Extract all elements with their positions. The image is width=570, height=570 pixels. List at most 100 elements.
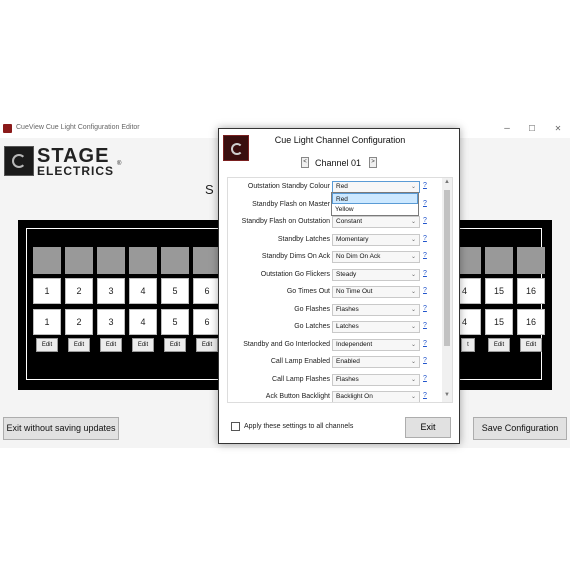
- select-value: Independent: [336, 341, 373, 348]
- apply-all-label: Apply these settings to all channels: [244, 423, 354, 430]
- standby-channel-3[interactable]: 3: [97, 278, 125, 304]
- help-link[interactable]: ?: [423, 217, 427, 224]
- ack-backlight-select[interactable]: Backlight On ⌄: [332, 391, 420, 402]
- go-channel-3[interactable]: 3: [97, 309, 125, 335]
- interlocked-select[interactable]: Independent ⌄: [332, 339, 420, 351]
- setting-label-go-latches: Go Latches: [294, 323, 330, 330]
- standby-flash-outstation-select[interactable]: Constant ⌄: [332, 216, 420, 228]
- standby-channel-2[interactable]: 2: [65, 278, 93, 304]
- help-link[interactable]: ?: [423, 357, 427, 364]
- select-value: No Time Out: [336, 288, 373, 295]
- dialog-exit-button[interactable]: Exit: [405, 417, 451, 438]
- standby-channel-6[interactable]: 6: [193, 278, 221, 304]
- page-heading-partial: S: [205, 182, 214, 197]
- edit-channel-16-button[interactable]: Edit: [520, 338, 542, 352]
- go-channel-16[interactable]: 16: [517, 309, 545, 335]
- setting-label-call-lamp-enabled: Call Lamp Enabled: [270, 358, 330, 365]
- help-link[interactable]: ?: [423, 392, 427, 399]
- help-link[interactable]: ?: [423, 270, 427, 277]
- select-value: Flashes: [336, 306, 359, 313]
- setting-label-go-times-out: Go Times Out: [286, 288, 330, 295]
- select-value: Steady: [336, 271, 357, 278]
- scroll-thumb[interactable]: [444, 190, 450, 346]
- edit-channel-6-button[interactable]: Edit: [196, 338, 218, 352]
- help-link[interactable]: ?: [423, 235, 427, 242]
- select-value: Enabled: [336, 358, 360, 365]
- setting-label-standby-latches: Standby Latches: [277, 236, 330, 243]
- edit-channel-1-button[interactable]: Edit: [36, 338, 58, 352]
- prev-channel-button[interactable]: <: [301, 157, 309, 168]
- chevron-down-icon: ⌄: [410, 289, 416, 295]
- go-channel-4[interactable]: 4: [129, 309, 157, 335]
- standby-channel-15[interactable]: 15: [485, 278, 513, 304]
- dialog-title: Cue Light Channel Configuration: [274, 135, 406, 145]
- select-value: Red: [336, 183, 348, 190]
- call-lamp-flashes-select[interactable]: Flashes ⌄: [332, 374, 420, 386]
- go-channel-1[interactable]: 1: [33, 309, 61, 335]
- dropdown-option-yellow[interactable]: Yellow: [332, 204, 418, 215]
- edit-channel-5-button[interactable]: Edit: [164, 338, 186, 352]
- save-configuration-button[interactable]: Save Configuration: [473, 417, 567, 440]
- help-link[interactable]: ?: [423, 322, 427, 329]
- edit-channel-4-button[interactable]: Edit: [132, 338, 154, 352]
- chevron-down-icon: ⌄: [410, 359, 416, 365]
- channel-config-dialog: Cue Light Channel Configuration < Channe…: [218, 128, 460, 444]
- chevron-down-icon: ⌄: [410, 254, 416, 260]
- go-times-out-select[interactable]: No Time Out ⌄: [332, 286, 420, 298]
- dropdown-option-red[interactable]: Red: [332, 193, 418, 204]
- help-link[interactable]: ?: [423, 182, 427, 189]
- go-channel-2[interactable]: 2: [65, 309, 93, 335]
- chevron-down-icon: ⌄: [410, 307, 416, 313]
- scroll-up-icon[interactable]: ▲: [444, 179, 450, 185]
- go-channel-15[interactable]: 15: [485, 309, 513, 335]
- select-value: Flashes: [336, 376, 359, 383]
- standby-channel-1[interactable]: 1: [33, 278, 61, 304]
- setting-label-standby-flash-master: Standby Flash on Master: [252, 201, 330, 208]
- setting-label-ack-backlight: Ack Button Backlight: [265, 393, 330, 400]
- edit-channel-2-button[interactable]: Edit: [68, 338, 90, 352]
- scroll-down-icon[interactable]: ▼: [444, 392, 450, 398]
- setting-label-standby-dims: Standby Dims On Ack: [261, 253, 330, 260]
- standby-channel-16[interactable]: 16: [517, 278, 545, 304]
- standby-lamp-15: [485, 247, 513, 274]
- standby-colour-dropdown-list: Red Yellow: [331, 192, 419, 216]
- select-value: Backlight On: [336, 393, 373, 400]
- help-link[interactable]: ?: [423, 200, 427, 207]
- edit-channel-3-button[interactable]: Edit: [100, 338, 122, 352]
- standby-latches-select[interactable]: Momentary ⌄: [332, 234, 420, 246]
- standby-lamp-2: [65, 247, 93, 274]
- go-flickers-select[interactable]: Steady ⌄: [332, 269, 420, 281]
- standby-lamp-5: [161, 247, 189, 274]
- minimize-button[interactable]: –: [495, 120, 519, 138]
- help-link[interactable]: ?: [423, 375, 427, 382]
- standby-dims-select[interactable]: No Dim On Ack ⌄: [332, 251, 420, 263]
- setting-label-interlocked: Standby and Go Interlocked: [243, 341, 330, 348]
- standby-channel-4[interactable]: 4: [129, 278, 157, 304]
- edit-channel-14-button-partial[interactable]: t: [461, 338, 475, 352]
- go-channel-5[interactable]: 5: [161, 309, 189, 335]
- close-button[interactable]: ✕: [546, 120, 570, 138]
- call-lamp-enabled-select[interactable]: Enabled ⌄: [332, 356, 420, 368]
- go-latches-select[interactable]: Latches ⌄: [332, 321, 420, 333]
- help-link[interactable]: ?: [423, 252, 427, 259]
- chevron-down-icon: ⌄: [410, 324, 416, 330]
- exit-without-saving-button[interactable]: Exit without saving updates: [3, 417, 119, 440]
- select-value: Latches: [336, 323, 359, 330]
- next-channel-button[interactable]: >: [369, 157, 377, 168]
- help-link[interactable]: ?: [423, 287, 427, 294]
- standby-lamp-16: [517, 247, 545, 274]
- channel-label: Channel 01: [315, 158, 362, 168]
- settings-scrollbar[interactable]: ▲ ▼: [442, 178, 452, 402]
- logo-text-electrics: ELECTRICS: [37, 164, 115, 178]
- go-flashes-select[interactable]: Flashes ⌄: [332, 304, 420, 316]
- chevron-down-icon: ⌄: [410, 342, 416, 348]
- apply-all-checkbox[interactable]: [231, 422, 240, 431]
- standby-lamp-6: [193, 247, 221, 274]
- standby-channel-5[interactable]: 5: [161, 278, 189, 304]
- edit-channel-15-button[interactable]: Edit: [488, 338, 510, 352]
- chevron-down-icon: ⌄: [410, 219, 416, 225]
- help-link[interactable]: ?: [423, 340, 427, 347]
- help-link[interactable]: ?: [423, 305, 427, 312]
- go-channel-6[interactable]: 6: [193, 309, 221, 335]
- maximize-button[interactable]: ☐: [520, 120, 544, 138]
